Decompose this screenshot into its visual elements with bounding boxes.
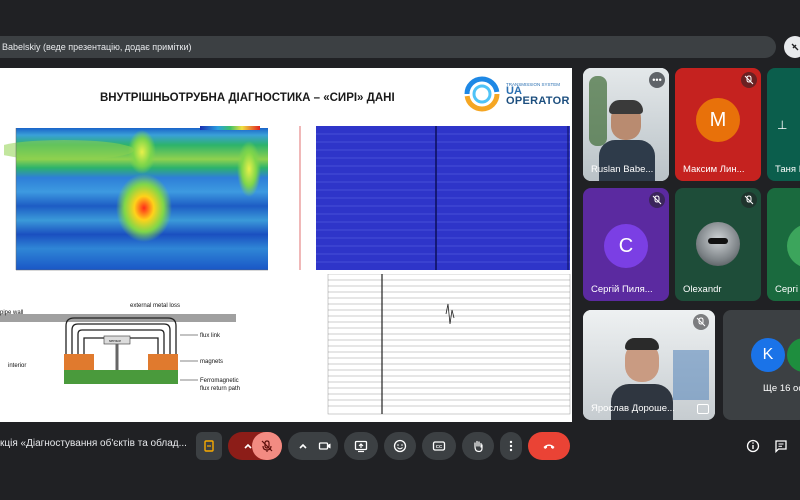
mic-off-icon — [649, 192, 665, 208]
raise-hand-icon — [474, 440, 483, 453]
more-options-button[interactable] — [500, 432, 522, 460]
slide-title: ВНУТРІШНЬОТРУБНА ДІАГНОСТИКА – «СИРІ» ДА… — [100, 92, 395, 104]
microphone-off-icon — [261, 440, 273, 452]
more-options-icon[interactable]: ••• — [649, 72, 665, 88]
mic-off-icon — [741, 192, 757, 208]
meeting-title: кція «Діагностування об'єктів та облад..… — [0, 438, 187, 449]
closed-captions-icon: CC — [432, 441, 446, 451]
hang-up-icon — [543, 444, 555, 449]
pin-presentation-button[interactable] — [784, 36, 800, 58]
mfl-sensor-diagram: pipe wall external metal loss flux link … — [0, 303, 240, 392]
company-logo: TRANSMISSION SYSTEM UA OPERATOR — [462, 74, 569, 114]
participant-tile-olexandr[interactable]: Olexandr — [675, 188, 761, 301]
screen-icon — [697, 404, 709, 414]
participant-tile-yaroslav[interactable]: Ярослав Дороше... — [583, 310, 715, 420]
leave-call-button[interactable] — [528, 432, 570, 460]
label-sensor: sensor — [109, 338, 122, 343]
host-controls-button[interactable] — [196, 432, 222, 460]
info-icon — [746, 439, 760, 453]
avatar — [696, 222, 740, 266]
microphone-button[interactable] — [252, 432, 282, 460]
emoji-icon — [393, 439, 407, 453]
label-interior: interior — [8, 363, 26, 369]
label-magnets: magnets — [200, 359, 223, 365]
avatar: М — [696, 98, 740, 142]
participant-name: Максим Лин... — [683, 164, 745, 175]
chat-button[interactable] — [770, 432, 792, 460]
participant-name: Сергій Пиля... — [591, 284, 653, 295]
signal-traces-bottom — [327, 274, 571, 415]
signal-traces-top — [299, 126, 570, 270]
presentation-slide: ВНУТРІШНЬОТРУБНА ДІАГНОСТИКА – «СИРІ» ДА… — [0, 68, 572, 422]
label-external-metal-loss: external metal loss — [130, 303, 180, 309]
present-button[interactable] — [344, 432, 378, 460]
mic-off-icon — [693, 314, 709, 330]
chat-icon — [775, 440, 787, 453]
avatar: С — [604, 224, 648, 268]
participant-name: Ярослав Дороше... — [591, 403, 675, 414]
more-vert-icon — [509, 440, 513, 452]
meeting-details-button[interactable] — [742, 432, 764, 460]
mic-off-icon — [741, 72, 757, 88]
label-flux-link: flux link — [200, 333, 221, 339]
more-participants-label: Ще 16 ос — [763, 383, 800, 394]
participant-tile-ruslan[interactable]: ••• Ruslan Babe... — [583, 68, 669, 181]
participant-name: Olexandr — [683, 284, 722, 295]
present-screen-icon — [354, 440, 368, 453]
participant-name: Ruslan Babe... — [591, 164, 654, 175]
participant-tile-maksym[interactable]: М Максим Лин... — [675, 68, 761, 181]
camera-button[interactable] — [312, 432, 338, 460]
participant-name: Сергі — [775, 284, 799, 295]
pin-off-icon — [791, 43, 799, 51]
captions-button[interactable]: CC — [422, 432, 456, 460]
label-flux-return-path: flux return path — [200, 386, 240, 392]
avatar — [787, 338, 800, 372]
svg-text:CC: CC — [436, 444, 443, 449]
label-pipe-wall: pipe wall — [0, 310, 23, 316]
chevron-up-icon[interactable] — [296, 439, 310, 453]
participant-name: Таня Б — [775, 164, 800, 175]
avatar: K — [751, 338, 785, 372]
participant-tile-tanya[interactable]: ⊥ Таня Б — [767, 68, 800, 181]
presenter-banner: Babelskiy (веде презентацію, додає примі… — [0, 36, 776, 58]
logo-mark-icon — [464, 76, 500, 112]
avatar — [787, 224, 800, 268]
label-ferromagnetic: Ferromagnetic — [200, 378, 239, 384]
raise-hand-button[interactable] — [462, 432, 494, 460]
presenter-label: Babelskiy (веде презентацію, додає примі… — [2, 42, 192, 52]
participant-tile-serhi[interactable]: Сергі — [767, 188, 800, 301]
participant-tile-serhiy[interactable]: С Сергій Пиля... — [583, 188, 669, 301]
video-camera-icon — [318, 442, 331, 450]
reactions-button[interactable] — [384, 432, 416, 460]
host-badge-icon — [204, 440, 214, 452]
logo-brand-bottom: OPERATOR — [506, 95, 570, 107]
more-participants-tile[interactable]: K Ще 16 ос — [723, 310, 800, 420]
meet-window: Babelskiy (веде презентацію, додає примі… — [0, 0, 800, 500]
pin-icon: ⊥ — [777, 118, 788, 132]
